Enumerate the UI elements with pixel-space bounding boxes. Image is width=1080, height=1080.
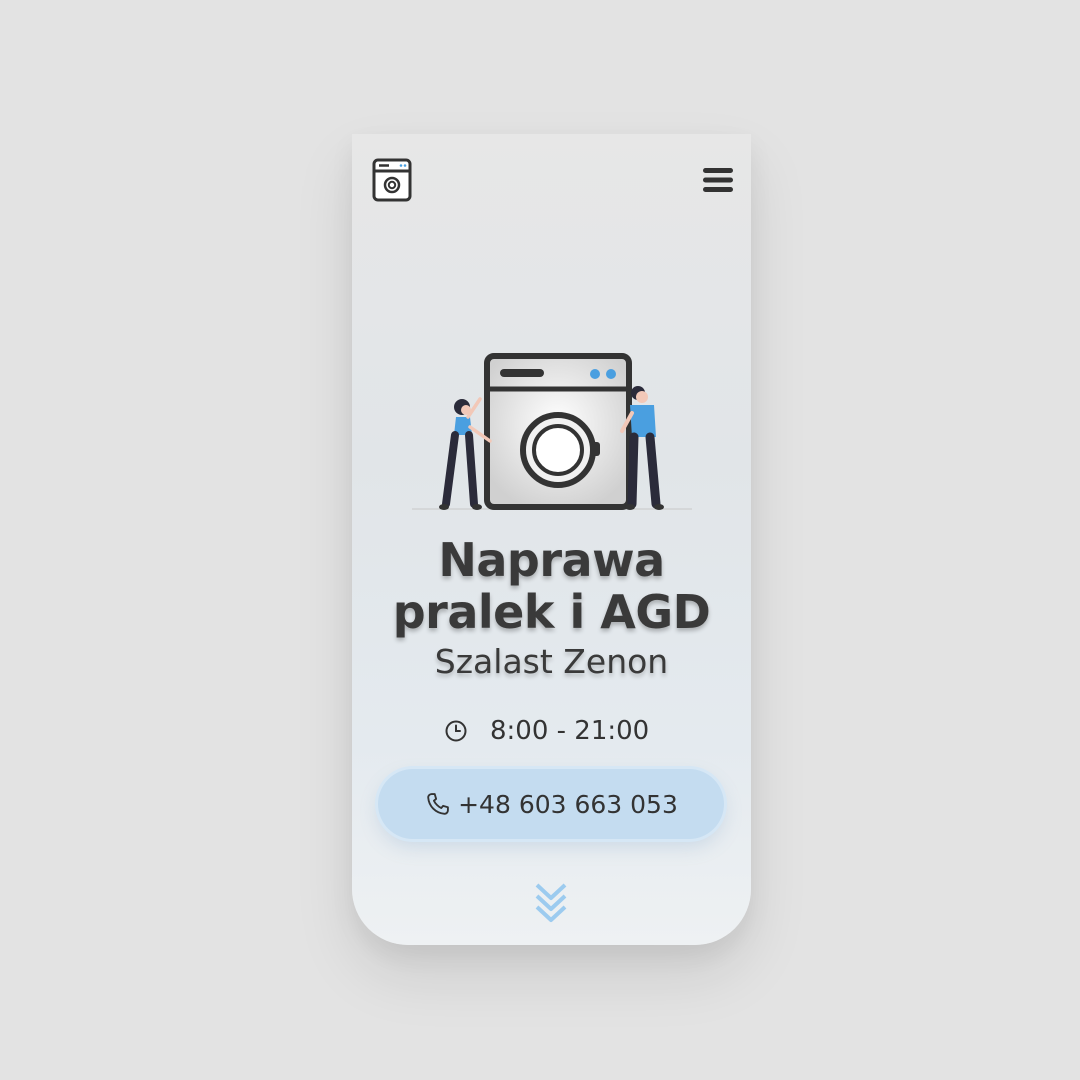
washing-machine-logo-icon[interactable] bbox=[372, 158, 412, 202]
phone-number: +48 603 663 053 bbox=[458, 789, 678, 819]
page-title: Naprawa pralek i AGD bbox=[392, 533, 711, 639]
hamburger-menu-icon[interactable] bbox=[702, 167, 734, 193]
chevrons-down-icon[interactable] bbox=[534, 882, 568, 924]
opening-hours-text: 8:00 - 21:00 bbox=[490, 716, 650, 746]
business-owner-name: Szalast Zenon bbox=[434, 642, 669, 681]
clock-icon bbox=[445, 720, 467, 742]
call-phone-button[interactable]: +48 603 663 053 bbox=[378, 769, 724, 839]
mobile-page: Naprawa pralek i AGD Szalast Zenon 8:00 … bbox=[352, 134, 751, 945]
phone-icon bbox=[427, 793, 449, 815]
hero-illustration bbox=[412, 353, 692, 510]
opening-hours: 8:00 - 21:00 bbox=[444, 714, 649, 748]
